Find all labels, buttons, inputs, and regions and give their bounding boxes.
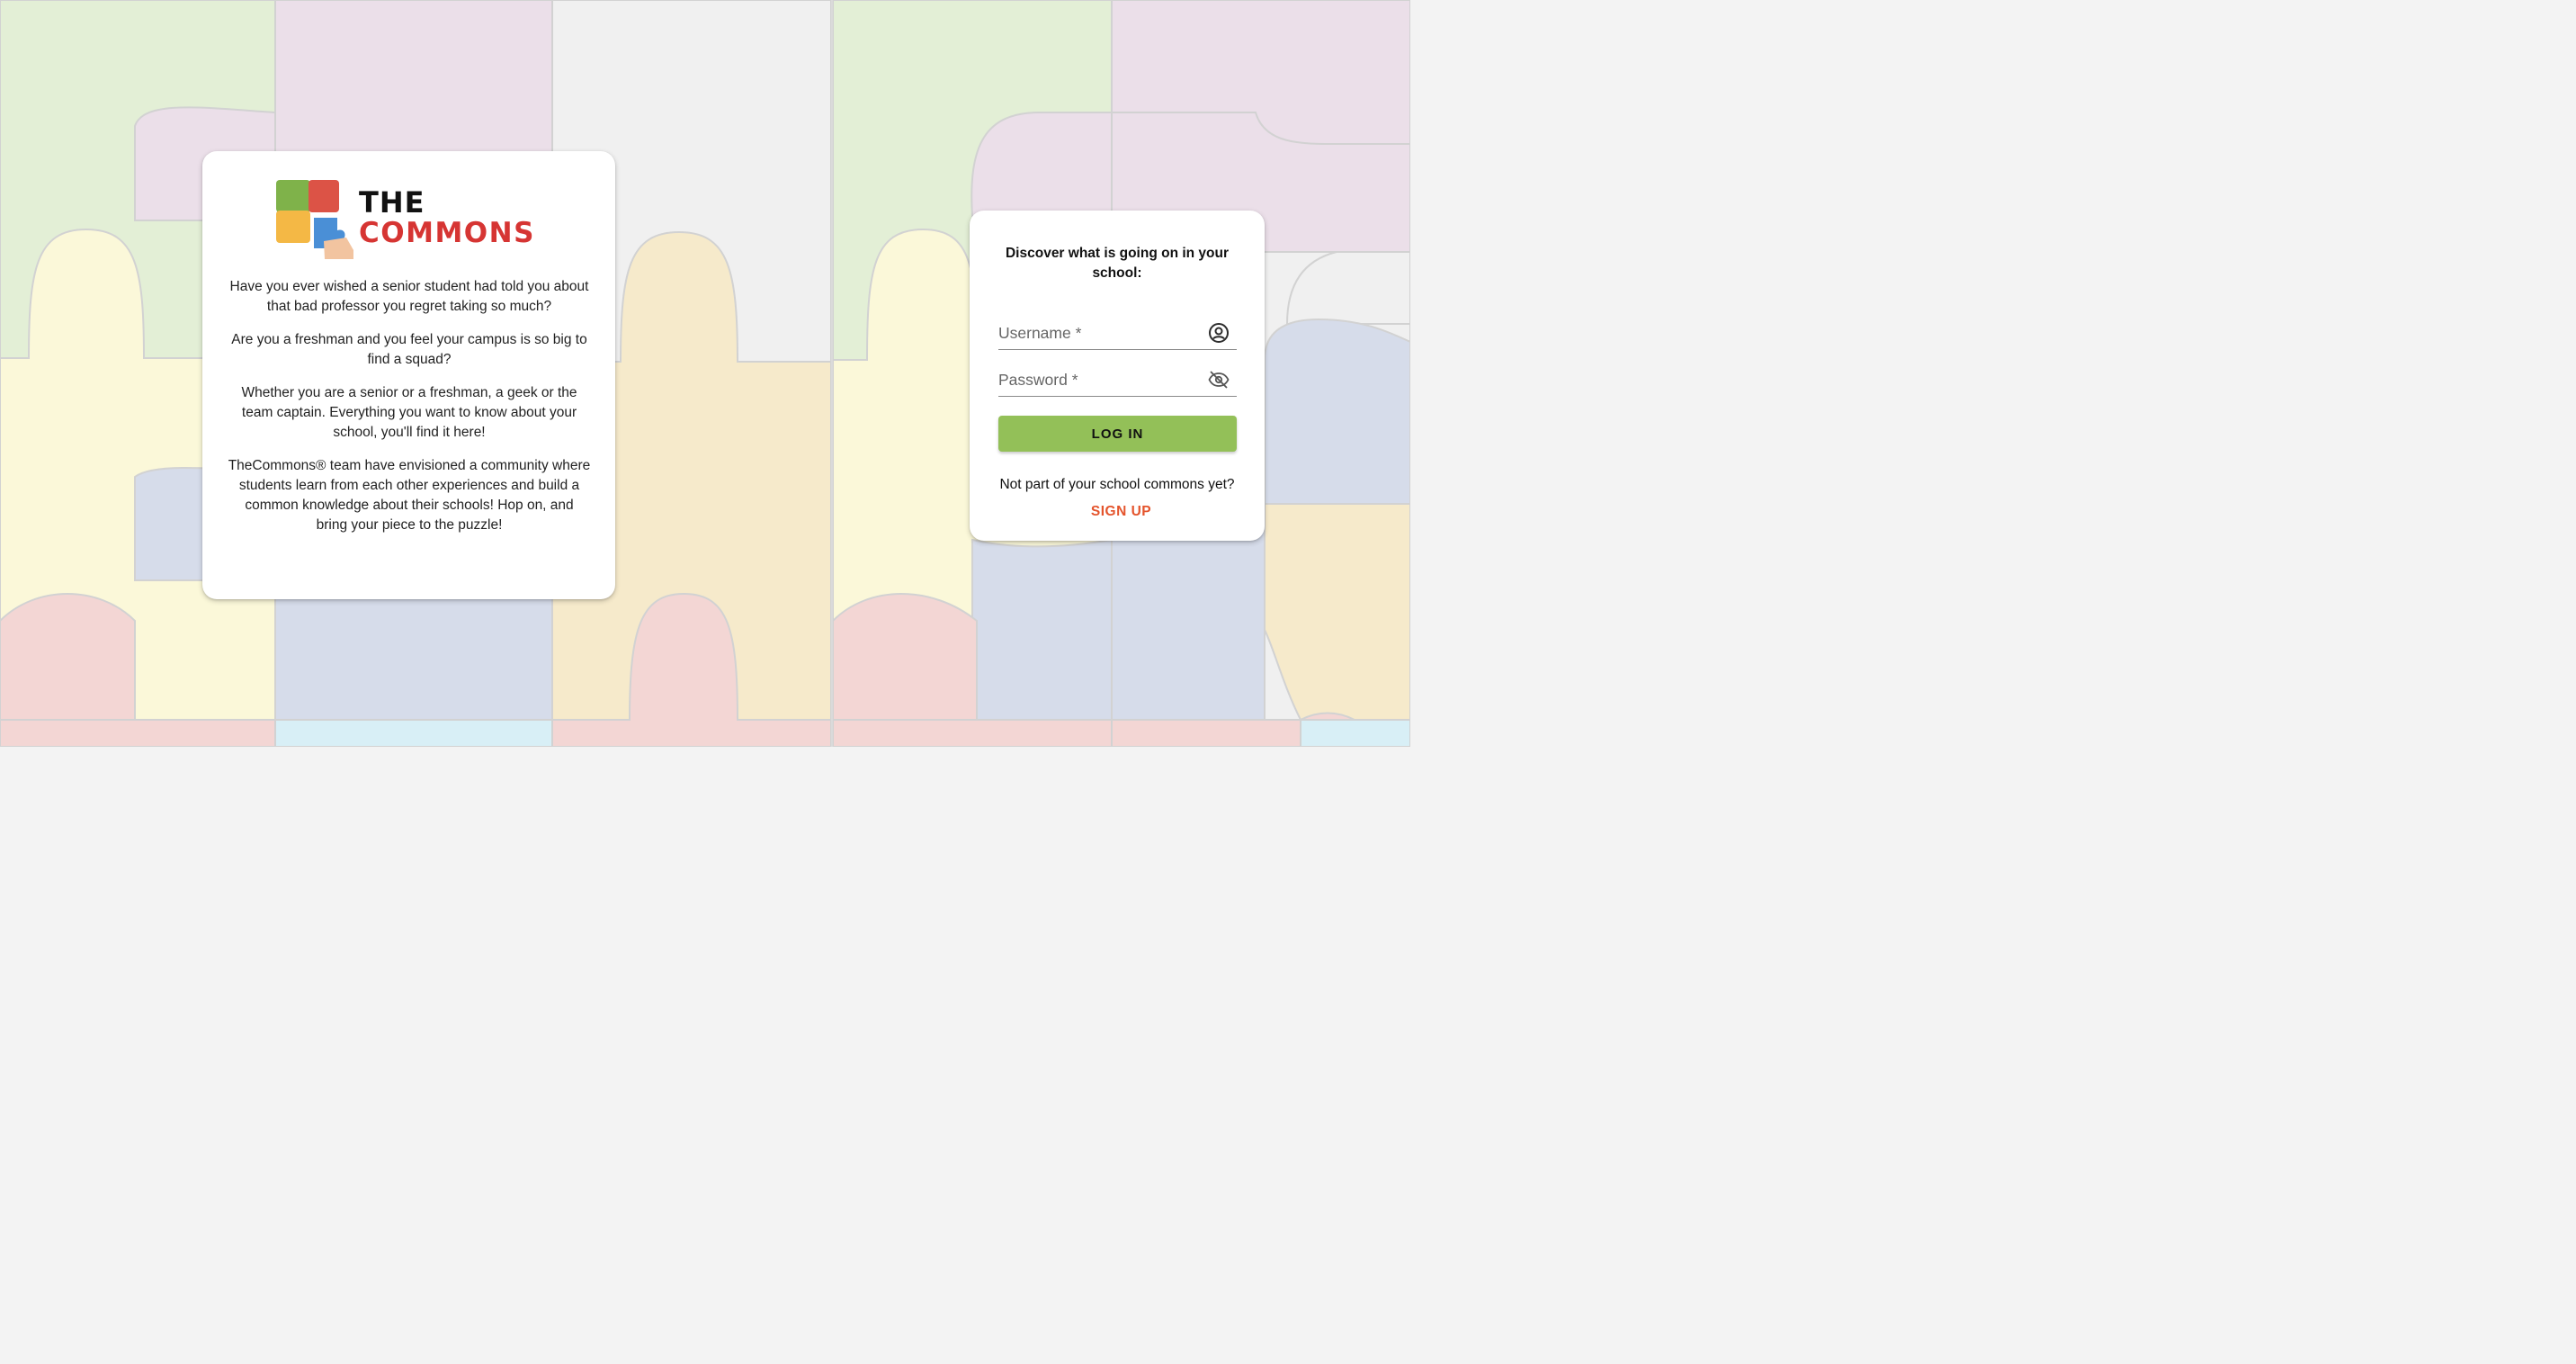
login-button[interactable]: LOG IN bbox=[998, 416, 1237, 452]
about-paragraph-2: Are you a freshman and you feel your cam… bbox=[231, 332, 587, 367]
signup-link[interactable]: SIGN UP bbox=[1091, 504, 1151, 519]
about-description: Have you ever wished a senior student ha… bbox=[228, 277, 591, 549]
puzzle-logo-icon bbox=[276, 180, 353, 259]
login-heading: Discover what is going on in your school… bbox=[1005, 246, 1230, 281]
username-input[interactable] bbox=[998, 320, 1196, 345]
visibility-off-icon[interactable] bbox=[1208, 369, 1230, 390]
username-field bbox=[998, 317, 1237, 350]
about-card: THE COMMONS Have you ever wished a senio… bbox=[202, 151, 615, 599]
logo-wordmark: THE COMMONS bbox=[359, 187, 535, 248]
about-paragraph-1: Have you ever wished a senior student ha… bbox=[229, 279, 589, 314]
left-panel: THE COMMONS Have you ever wished a senio… bbox=[0, 0, 831, 747]
right-panel: Discover what is going on in your school… bbox=[833, 0, 1410, 747]
about-paragraph-3: Whether you are a senior or a freshman, … bbox=[241, 385, 577, 440]
login-card: Discover what is going on in your school… bbox=[970, 211, 1265, 541]
signup-row: Not part of your school commons yet? SIG… bbox=[997, 471, 1238, 525]
logo-word-commons: COMMONS bbox=[359, 217, 535, 249]
signup-prompt: Not part of your school commons yet? bbox=[999, 477, 1235, 492]
logo: THE COMMONS bbox=[274, 178, 544, 259]
logo-word-the: THE bbox=[359, 185, 425, 220]
about-paragraph-4: TheCommons® team have envisioned a commu… bbox=[228, 458, 591, 533]
password-input[interactable] bbox=[998, 367, 1196, 392]
account-circle-icon bbox=[1209, 323, 1229, 343]
password-field bbox=[998, 363, 1237, 397]
